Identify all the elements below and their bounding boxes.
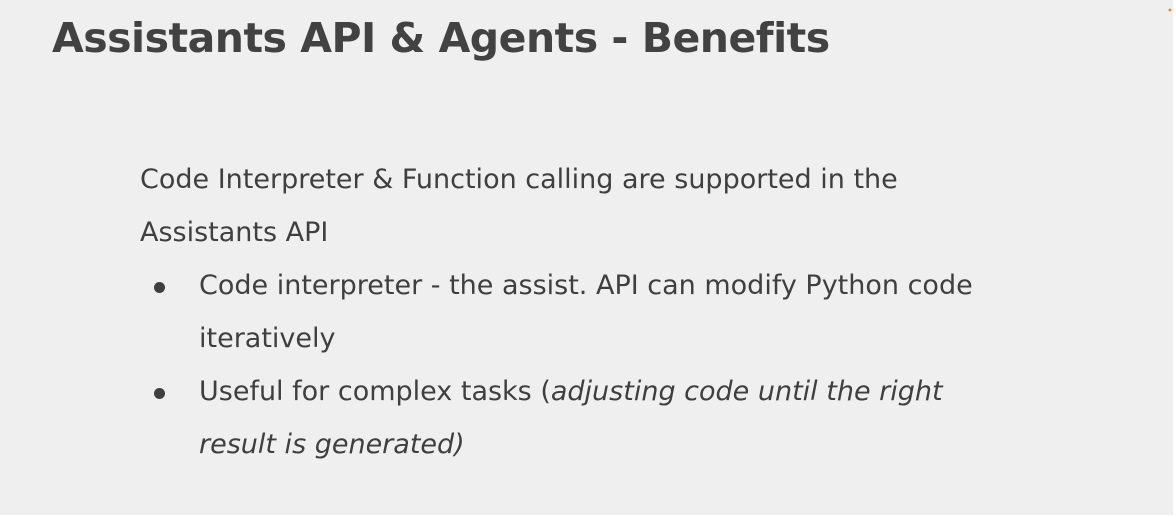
bullet-text: Code interpreter - the assist. API can m…	[199, 270, 973, 354]
intro-paragraph: Code Interpreter & Function calling are …	[140, 164, 898, 248]
bullet-dot-icon	[154, 282, 165, 293]
accent-dot-shape	[1168, 8, 1172, 12]
bullet-text-prefix: Useful for complex tasks (	[199, 376, 551, 407]
accent-mark	[1167, 0, 1173, 12]
bullet-item-code-interpreter: Code interpreter - the assist. API can m…	[140, 259, 979, 365]
bullet-dot-icon	[154, 388, 165, 399]
slide-body: Code Interpreter & Function calling are …	[140, 153, 1040, 471]
slide: Assistants API & Agents - Benefits Code …	[0, 0, 1176, 517]
bullet-item-complex-tasks: Useful for complex tasks (adjusting code…	[140, 365, 979, 471]
slide-title: Assistants API & Agents - Benefits	[52, 14, 830, 62]
bullet-list: Code interpreter - the assist. API can m…	[140, 259, 1040, 471]
